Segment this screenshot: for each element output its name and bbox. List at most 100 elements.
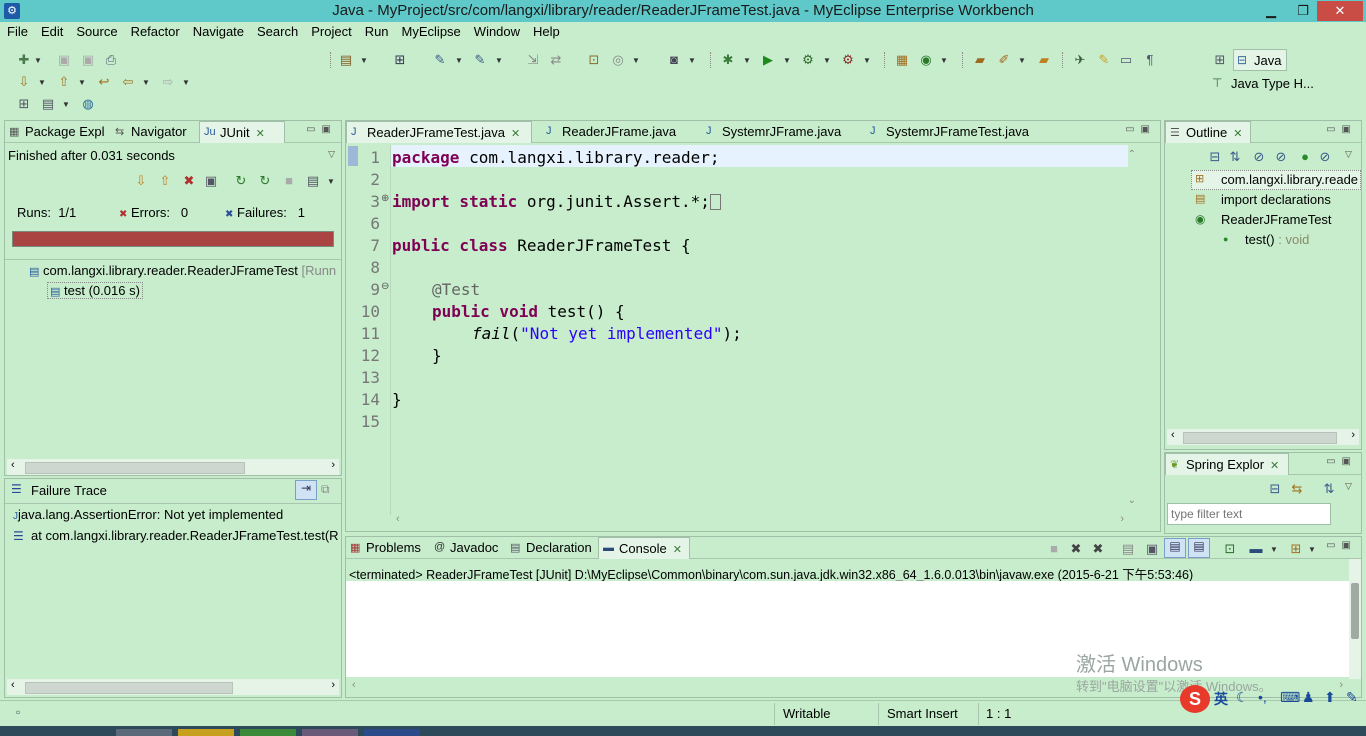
tab-junit[interactable]: Ju JUnit ✕ (199, 121, 285, 143)
trace-hscrollbar[interactable]: ‹ › (7, 679, 339, 695)
test-case-node[interactable]: ▤ test (0.016 s) (47, 282, 143, 299)
scroll-down-icon[interactable]: ⌄ (1128, 495, 1136, 506)
menu-refactor[interactable]: Refactor (124, 22, 186, 39)
console-vscrollbar[interactable] (1349, 559, 1361, 679)
new-java-project-icon[interactable]: ▦ (894, 52, 910, 68)
taskbar-app[interactable] (116, 729, 172, 736)
tab-outline[interactable]: ☰ Outline ✕ (1165, 121, 1251, 143)
scroll-right-icon[interactable]: › (331, 679, 335, 691)
task-icon[interactable]: ▰ (1036, 52, 1052, 68)
prev-annotation-icon[interactable]: ⇧ (56, 74, 72, 90)
scroll-left-icon[interactable]: ‹ (396, 513, 400, 525)
collapse-all-icon[interactable]: ⊟ (1267, 481, 1283, 497)
menu-edit[interactable]: Edit (34, 22, 69, 39)
ime-language-toggle[interactable]: 英 (1214, 689, 1228, 709)
browser-icon[interactable]: ✎ (472, 52, 488, 68)
tab-navigator[interactable]: ⇆ Navigator (111, 121, 193, 143)
clear-console-icon[interactable]: ▤ (1120, 541, 1136, 557)
fold-collapse-icon[interactable]: ⊖ (381, 281, 389, 292)
close-icon[interactable]: ✕ (1233, 128, 1242, 140)
back-icon[interactable]: ⇦ (120, 74, 136, 90)
minimize-maximize-icons[interactable]: ▭▣ (1326, 540, 1357, 551)
trace-line[interactable]: Jjava.lang.AssertionError: Not yet imple… (13, 507, 283, 522)
outline-item-imports[interactable]: import declarations (1221, 192, 1331, 207)
fold-expand-icon[interactable]: ⊕ (381, 193, 389, 204)
scroll-right-icon[interactable]: › (331, 459, 335, 471)
outline-item-package[interactable]: com.langxi.library.reade (1221, 172, 1361, 187)
forward-icon[interactable]: ⇨ (160, 74, 176, 90)
menu-file[interactable]: File (0, 22, 34, 39)
tab-problems[interactable]: ▦ Problems (346, 537, 427, 559)
sogou-ime-icon[interactable]: S (1180, 685, 1210, 713)
view-menu-icon[interactable]: ▽ (1345, 149, 1352, 160)
restore-button[interactable]: ❐ (1288, 1, 1318, 21)
menu-source[interactable]: Source (69, 22, 123, 39)
view-menu-icon[interactable]: ▽ (328, 149, 335, 160)
close-icon[interactable]: ✕ (1270, 460, 1279, 472)
print-icon[interactable]: ⎙ (103, 52, 119, 68)
ime-punctuation-icon[interactable]: •, (1258, 689, 1267, 705)
run-external-icon[interactable]: ⚙ (800, 52, 816, 68)
save-icon[interactable]: ▣ (56, 52, 72, 68)
hide-fields-icon[interactable]: ⊘ (1251, 149, 1267, 165)
code-line[interactable]: fail("Not yet implemented"); (472, 324, 742, 343)
minimize-maximize-icons[interactable]: ▭▣ (1326, 124, 1357, 135)
whitespace-icon[interactable]: ¶ (1142, 52, 1158, 68)
menu-window[interactable]: Window (467, 22, 526, 39)
code-line[interactable]: package com.langxi.library.reader; (392, 148, 720, 167)
taskbar-app[interactable] (178, 729, 234, 736)
code-line[interactable]: public class ReaderJFrameTest { (392, 236, 691, 255)
undeploy-icon[interactable]: ⇲ (525, 52, 541, 68)
next-annotation-icon[interactable]: ⇩ (16, 74, 32, 90)
code-line[interactable]: import static org.junit.Assert.*; (392, 192, 721, 211)
taskbar-app[interactable] (364, 729, 420, 736)
highlight-icon[interactable]: ✎ (1096, 52, 1112, 68)
save-all-icon[interactable]: ▣ (80, 52, 96, 68)
tab-readerjframe[interactable]: J ReaderJFrame.java (542, 121, 682, 143)
ime-tools-icon[interactable]: ✎ (1346, 689, 1358, 706)
new-web-project-icon[interactable]: ▤ (338, 52, 354, 68)
compare-result-icon[interactable]: ⧉ (321, 482, 330, 497)
hide-static-icon[interactable]: ⊘ (1273, 149, 1289, 165)
collapse-all-icon[interactable]: ⊟ (1207, 149, 1223, 165)
rerun-failed-icon[interactable]: ↻ (257, 173, 273, 189)
open-folder-icon[interactable]: ▰ (972, 52, 988, 68)
minimize-maximize-icons[interactable]: ▭▣ (1125, 124, 1156, 135)
show-on-stderr-icon[interactable]: ▤ (1188, 538, 1210, 558)
outline-hscrollbar[interactable]: ‹ › (1167, 429, 1359, 445)
close-button[interactable]: ✕ (1317, 1, 1363, 21)
minimize-maximize-icons[interactable]: ▭▣ (306, 124, 337, 135)
scroll-right-icon[interactable]: › (1339, 679, 1343, 691)
remove-launch-icon[interactable]: ✖ (1068, 541, 1084, 557)
globe-icon[interactable]: ◍ (80, 96, 96, 112)
close-icon[interactable]: ✕ (673, 544, 682, 556)
run-icon[interactable]: ▶ (760, 52, 776, 68)
stop-icon[interactable]: ■ (281, 173, 297, 189)
show-on-stdout-icon[interactable]: ▤ (1164, 538, 1186, 558)
test-suite-node[interactable]: ▤ com.langxi.library.reader.ReaderJFrame… (29, 263, 336, 278)
debug-icon[interactable]: ✱ (720, 52, 736, 68)
pin-console-icon[interactable]: ⊡ (1222, 541, 1238, 557)
ime-moon-icon[interactable]: ☾ (1236, 689, 1249, 706)
prev-failure-icon[interactable]: ⇧ (157, 173, 173, 189)
remove-all-launches-icon[interactable]: ✖ (1090, 541, 1106, 557)
terminate-icon[interactable]: ■ (1046, 541, 1062, 557)
ime-upload-icon[interactable]: ⬆ (1324, 689, 1336, 706)
menu-run[interactable]: Run (358, 22, 395, 39)
pencil-icon[interactable]: ✐ (996, 52, 1012, 68)
taskbar-app[interactable] (240, 729, 296, 736)
open-type-icon[interactable]: ⊡ (586, 52, 602, 68)
tab-readerjframetest[interactable]: J ReaderJFrameTest.java ✕ (346, 121, 532, 143)
server-icon[interactable]: ⊞ (392, 52, 408, 68)
menu-navigate[interactable]: Navigate (186, 22, 250, 39)
open-perspective-icon[interactable]: ⊞ (1212, 52, 1228, 68)
code-line[interactable]: public void test() { (432, 302, 625, 321)
menu-myeclipse[interactable]: MyEclipse (395, 22, 467, 39)
ime-user-icon[interactable]: ♟ (1302, 689, 1315, 706)
sort-icon[interactable]: ⇅ (1227, 149, 1243, 165)
hide-local-types-icon[interactable]: ⊘ (1317, 149, 1333, 165)
tab-systemrjframe[interactable]: J SystemrJFrame.java (702, 121, 847, 143)
rerun-test-icon[interactable]: ↻ (233, 173, 249, 189)
junit-tree-hscrollbar[interactable]: ‹ › (7, 459, 339, 475)
folded-imports-icon[interactable] (709, 194, 721, 210)
